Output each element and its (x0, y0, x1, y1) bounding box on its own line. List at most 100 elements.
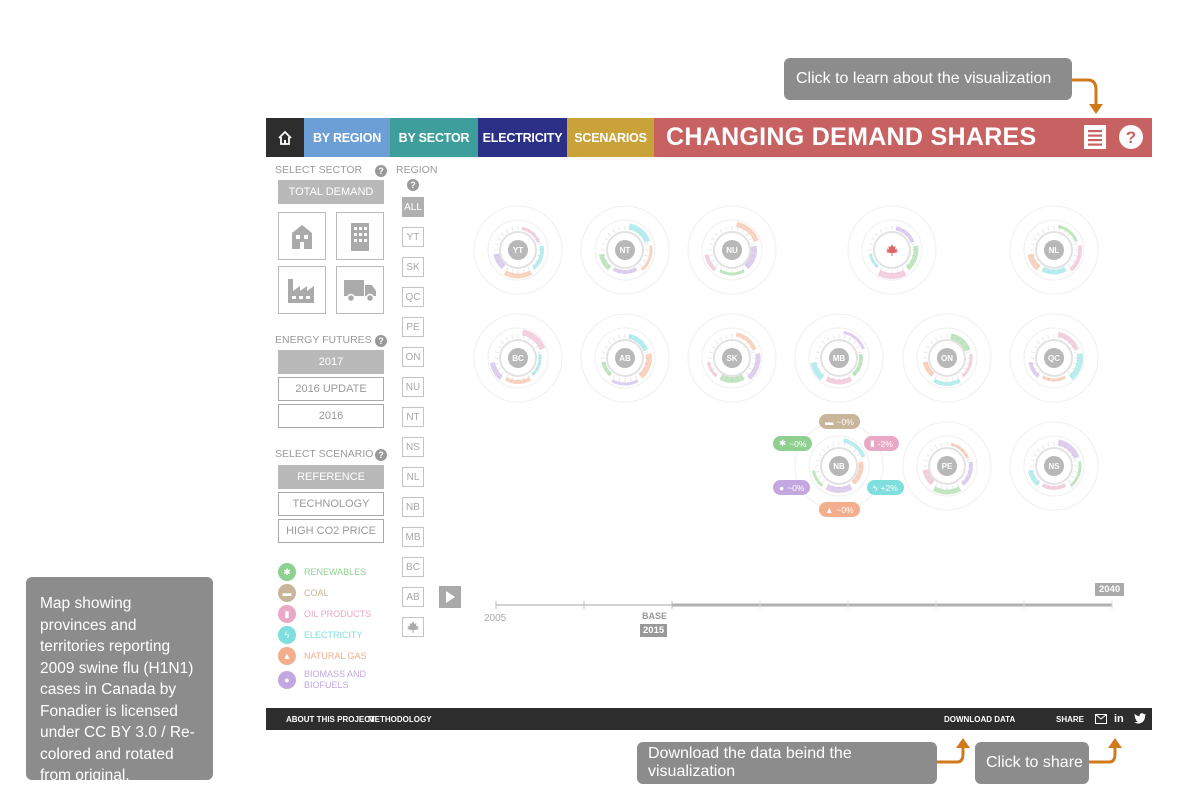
pill-value: ~0% (836, 504, 854, 515)
ring-tick (494, 362, 499, 365)
flame-icon: ▲ (278, 647, 296, 665)
scenario-reference-button[interactable]: REFERENCE (278, 465, 384, 489)
help-icon[interactable]: ? (1118, 124, 1144, 150)
ring-tick (505, 228, 509, 233)
ring-tick (1032, 237, 1037, 241)
province-ns[interactable]: NS (1008, 420, 1100, 512)
region-nu-button[interactable]: NU (402, 377, 424, 397)
province-canada[interactable] (846, 204, 938, 296)
ring-tick (826, 336, 830, 341)
list-icon[interactable] (1084, 125, 1106, 149)
ring-tick (500, 371, 505, 376)
renewables-icon: ✱ (779, 438, 787, 448)
scenario-technology-button[interactable]: TECHNOLOGY (278, 492, 384, 516)
province-nl[interactable]: NL (1008, 204, 1100, 296)
province-mb[interactable]: MB (793, 312, 885, 404)
province-pe[interactable]: PE (901, 420, 993, 512)
province-label: MB (829, 348, 849, 368)
future-2017-button[interactable]: 2017 (278, 350, 384, 374)
ring-tick (925, 345, 930, 349)
legend-biomass[interactable]: ● BIOMASS AND BIOFUELS (278, 669, 366, 691)
legend-label: BIOMASS AND BIOFUELS (304, 669, 366, 691)
tab-by-region[interactable]: BY REGION (304, 118, 390, 157)
tab-electricity[interactable]: ELECTRICITY (478, 118, 567, 157)
electricity-icon: ϟ (278, 626, 296, 644)
region-on-button[interactable]: ON (402, 347, 424, 367)
legend-natural-gas[interactable]: ▲ NATURAL GAS (278, 647, 367, 665)
region-qc-button[interactable]: QC (402, 287, 424, 307)
nb-electricity-pill: ϟ +2% (867, 480, 904, 495)
ring-tick (601, 351, 606, 354)
timeline-track[interactable] (492, 598, 1122, 612)
transportation-sector-button[interactable] (336, 266, 384, 314)
scenario-high-co2-button[interactable]: HIGH CO2 PRICE (278, 519, 384, 543)
timeline-end-handle[interactable]: 2040 (1095, 583, 1125, 596)
region-canada-button[interactable] (402, 617, 424, 637)
province-sk[interactable]: SK (686, 312, 778, 404)
region-ns-button[interactable]: NS (402, 437, 424, 457)
tab-by-sector[interactable]: BY SECTOR (390, 118, 478, 157)
legend-electricity[interactable]: ϟ ELECTRICITY (278, 626, 363, 644)
renewables-icon: ✱ (278, 563, 296, 581)
region-ab-button[interactable]: AB (402, 587, 424, 607)
province-bc[interactable]: BC (472, 312, 564, 404)
home-icon (278, 130, 292, 145)
download-data-link[interactable]: DOWNLOAD DATA (944, 715, 1015, 724)
region-pe-button[interactable]: PE (402, 317, 424, 337)
region-nb-button[interactable]: NB (402, 497, 424, 517)
oil-icon: ▮ (278, 605, 296, 623)
ring-tick (511, 269, 514, 274)
region-sk-button[interactable]: SK (402, 257, 424, 277)
ring-tick (1071, 259, 1076, 263)
linkedin-icon[interactable]: in (1114, 713, 1124, 725)
province-nu[interactable]: NU (686, 204, 778, 296)
region-yt-button[interactable]: YT (402, 227, 424, 247)
ring-arc (950, 333, 971, 352)
ring-tick (710, 259, 715, 263)
province-label: NT (615, 240, 635, 260)
industrial-sector-button[interactable] (278, 266, 326, 314)
play-icon (446, 591, 455, 603)
tab-scenarios[interactable]: SCENARIOS (567, 118, 654, 157)
commercial-sector-button[interactable] (336, 212, 384, 260)
province-nb[interactable]: NB (793, 420, 885, 512)
timeline-base-year[interactable]: 2015 (640, 624, 668, 637)
total-demand-button[interactable]: TOTAL DEMAND (278, 180, 384, 204)
region-all-button[interactable]: ALL (402, 197, 424, 217)
callout-learn: Click to learn about the visualization (784, 58, 1072, 100)
twitter-icon[interactable] (1134, 713, 1146, 724)
future-2016-update-button[interactable]: 2016 UPDATE (278, 377, 384, 401)
methodology-link[interactable]: METHODOLOGY (368, 715, 432, 724)
legend-coal[interactable]: ▬ COAL (278, 584, 329, 602)
region-bc-button[interactable]: BC (402, 557, 424, 577)
province-ab[interactable]: AB (579, 312, 671, 404)
about-link[interactable]: ABOUT THIS PROJECT (286, 715, 375, 724)
nb-oil-pill: ▮ -2% (864, 436, 899, 451)
residential-sector-button[interactable] (278, 212, 326, 260)
email-icon[interactable] (1095, 714, 1107, 724)
region-mb-button[interactable]: MB (402, 527, 424, 547)
future-2016-button[interactable]: 2016 (278, 404, 384, 428)
legend-oil-products[interactable]: ▮ OIL PRODUCTS (278, 605, 371, 623)
canada-flag-icon (882, 240, 902, 260)
industrial-icon (288, 279, 314, 303)
help-icon[interactable]: ? (375, 165, 387, 177)
legend-renewables[interactable]: ✱ RENEWABLES (278, 563, 366, 581)
help-icon[interactable]: ? (375, 335, 387, 347)
region-nt-button[interactable]: NT (402, 407, 424, 427)
help-icon[interactable]: ? (407, 179, 419, 191)
energy-futures-label: ENERGY FUTURES (275, 334, 372, 346)
home-button[interactable] (266, 118, 304, 157)
ring-tick (940, 442, 943, 447)
play-button[interactable] (439, 586, 461, 608)
ring-tick (925, 453, 930, 457)
ring-tick (929, 340, 934, 345)
province-yt[interactable]: YT (472, 204, 564, 296)
help-icon[interactable]: ? (375, 449, 387, 461)
province-qc[interactable]: QC (1008, 312, 1100, 404)
region-nl-button[interactable]: NL (402, 467, 424, 487)
province-nt[interactable]: NT (579, 204, 671, 296)
ring-tick (745, 232, 750, 237)
province-on[interactable]: ON (901, 312, 993, 404)
nb-renewables-pill: ✱ ~0% (773, 436, 813, 451)
